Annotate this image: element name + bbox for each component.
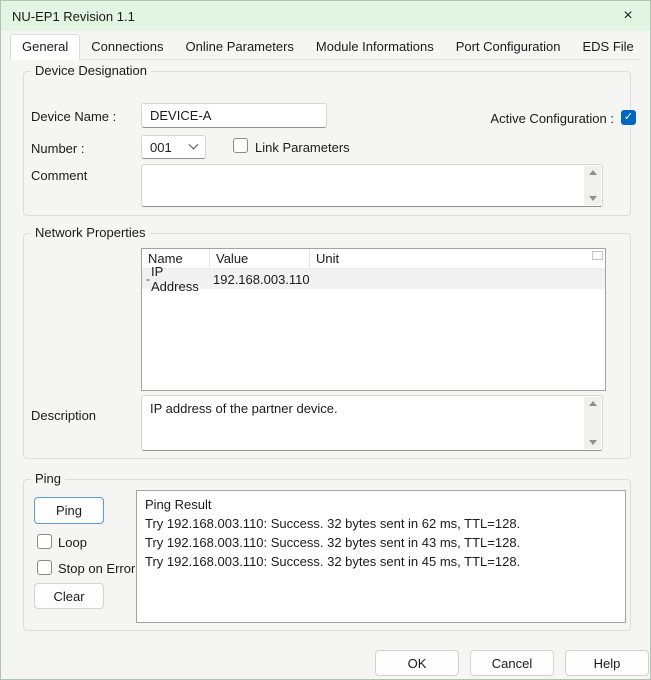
cancel-button[interactable]: Cancel xyxy=(470,650,554,676)
dialog-window: NU-EP1 Revision 1.1 × General Connection… xyxy=(0,0,651,680)
stop-on-error-label: Stop on Error xyxy=(58,561,135,576)
active-configuration-label: Active Configuration : xyxy=(490,111,614,126)
clear-button-label: Clear xyxy=(53,589,84,604)
title-bar: NU-EP1 Revision 1.1 xyxy=(1,1,650,31)
ping-button-label: Ping xyxy=(56,503,82,518)
active-configuration-checkbox[interactable]: ✓ xyxy=(621,110,636,125)
stop-on-error-checkbox[interactable] xyxy=(37,560,52,575)
number-value: 001 xyxy=(150,140,190,155)
number-label: Number : xyxy=(31,141,84,156)
close-icon[interactable]: × xyxy=(612,1,644,31)
ok-button[interactable]: OK xyxy=(375,650,459,676)
chevron-down-icon xyxy=(189,139,199,149)
description-box[interactable]: IP address of the partner device. xyxy=(141,395,603,451)
tab-connections[interactable]: Connections xyxy=(80,35,174,59)
help-button-label: Help xyxy=(594,656,621,671)
tab-online-parameters[interactable]: Online Parameters xyxy=(175,35,305,59)
scroll-up-icon[interactable] xyxy=(589,401,597,406)
ping-result-line: Try 192.168.003.110: Success. 32 bytes s… xyxy=(145,514,617,533)
help-button[interactable]: Help xyxy=(565,650,649,676)
ping-group-label: Ping xyxy=(31,471,65,486)
column-header-unit[interactable]: Unit xyxy=(310,249,605,268)
loop-checkbox[interactable] xyxy=(37,534,52,549)
row-collapse-icon: - xyxy=(142,272,151,286)
row-value: 192.168.003.110 xyxy=(213,272,313,287)
device-designation-group-label: Device Designation xyxy=(31,63,151,78)
table-row[interactable]: - IP Address 192.168.003.110 xyxy=(142,269,605,289)
ok-button-label: OK xyxy=(408,656,427,671)
device-name-label: Device Name : xyxy=(31,109,116,124)
window-title: NU-EP1 Revision 1.1 xyxy=(12,9,135,24)
tab-port-configuration[interactable]: Port Configuration xyxy=(445,35,572,59)
network-properties-table: Name Value Unit - IP Address 192.168.003… xyxy=(141,248,606,391)
scroll-up-icon[interactable] xyxy=(589,170,597,175)
tab-strip: General Connections Online Parameters Mo… xyxy=(10,35,641,60)
link-parameters-label: Link Parameters xyxy=(255,140,350,155)
column-header-value[interactable]: Value xyxy=(210,249,310,268)
cancel-button-label: Cancel xyxy=(492,656,532,671)
ping-result-box[interactable]: Ping Result Try 192.168.003.110: Success… xyxy=(136,490,626,623)
scroll-down-icon[interactable] xyxy=(589,196,597,201)
ping-result-line: Try 192.168.003.110: Success. 32 bytes s… xyxy=(145,552,617,571)
number-select[interactable]: 001 xyxy=(141,135,206,159)
row-name: IP Address xyxy=(151,264,213,294)
device-name-input[interactable]: DEVICE-A xyxy=(141,103,327,128)
ping-result-line: Try 192.168.003.110: Success. 32 bytes s… xyxy=(145,533,617,552)
tab-general[interactable]: General xyxy=(10,34,80,60)
device-name-value: DEVICE-A xyxy=(150,108,211,123)
comment-label: Comment xyxy=(31,168,87,183)
network-properties-group-label: Network Properties xyxy=(31,225,150,240)
comment-scrollbar[interactable] xyxy=(584,166,601,205)
ping-result-line: Ping Result xyxy=(145,495,617,514)
scroll-down-icon[interactable] xyxy=(589,440,597,445)
table-corner-box xyxy=(592,251,603,260)
link-parameters-checkbox[interactable] xyxy=(233,138,248,153)
loop-label: Loop xyxy=(58,535,87,550)
comment-input[interactable] xyxy=(141,164,603,207)
description-value: IP address of the partner device. xyxy=(150,401,338,416)
tab-module-informations[interactable]: Module Informations xyxy=(305,35,445,59)
ping-button[interactable]: Ping xyxy=(34,497,104,524)
clear-button[interactable]: Clear xyxy=(34,583,104,609)
tab-eds-file[interactable]: EDS File xyxy=(571,35,644,59)
description-scrollbar[interactable] xyxy=(584,397,601,449)
check-icon: ✓ xyxy=(624,112,633,123)
description-label: Description xyxy=(31,408,96,423)
